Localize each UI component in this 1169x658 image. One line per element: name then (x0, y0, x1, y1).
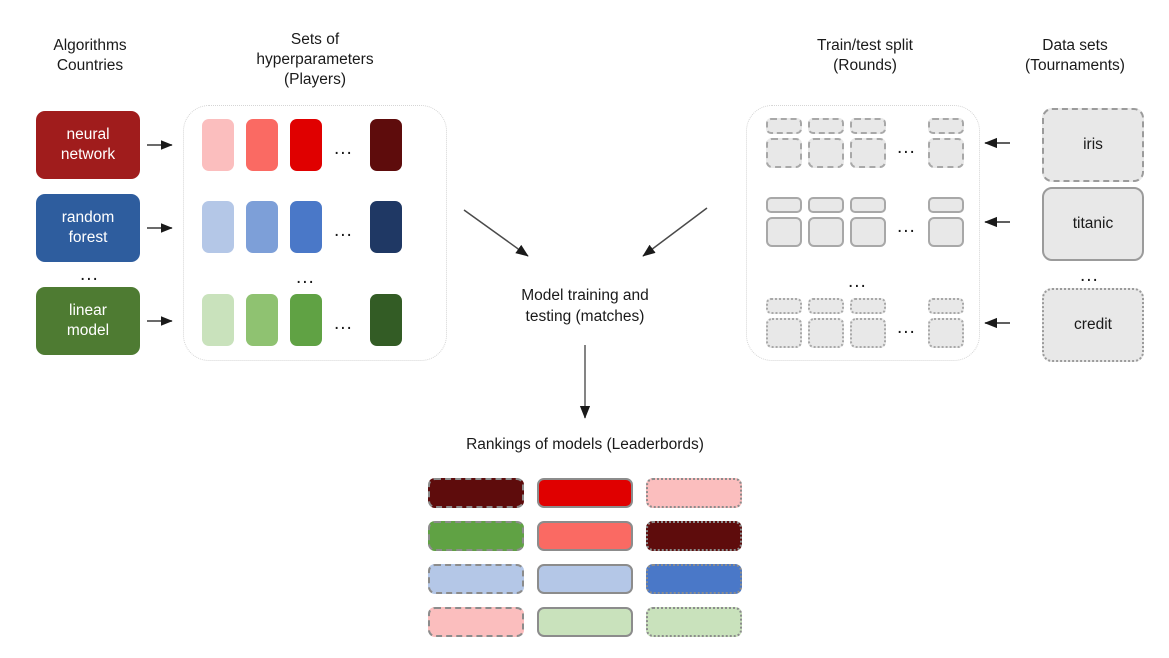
hp-chip[interactable] (246, 201, 278, 253)
dataset-to-round-arrow (984, 137, 1010, 329)
leaderboard-bar[interactable] (646, 564, 742, 594)
train-split-block (808, 138, 844, 168)
algorithm-pill-linear-model[interactable]: linear model (36, 287, 140, 355)
datasets-ellipsis: ... (1080, 265, 1099, 286)
train-split-block (928, 217, 964, 247)
leaderboard-bar[interactable] (537, 521, 633, 551)
hp-chip[interactable] (290, 294, 322, 346)
round-unit[interactable] (766, 118, 802, 168)
round-unit[interactable] (850, 118, 886, 168)
round-unit[interactable] (928, 298, 964, 348)
test-split-block (766, 118, 802, 134)
test-split-block (928, 118, 964, 134)
heading-datasets: Data sets (Tournaments) (1025, 37, 1125, 74)
train-split-block (928, 318, 964, 348)
leaderboard-bar[interactable] (537, 564, 633, 594)
leaderboard-bar[interactable] (537, 478, 633, 508)
rounds-container-ellipsis: ... (848, 271, 867, 292)
leaderboard-bar[interactable] (646, 478, 742, 508)
round-row-ellipsis: ... (897, 137, 916, 158)
hp-chip[interactable] (246, 294, 278, 346)
leaderboard-bar[interactable] (646, 607, 742, 637)
hp-chip[interactable] (370, 119, 402, 171)
hp-container-ellipsis: ... (296, 267, 315, 288)
hp-chip[interactable] (202, 294, 234, 346)
train-split-block (850, 138, 886, 168)
hp-row-ellipsis: ... (334, 138, 353, 159)
round-unit[interactable] (808, 197, 844, 247)
round-unit[interactable] (766, 197, 802, 247)
train-split-block (766, 138, 802, 168)
dataset-pill-iris[interactable]: iris (1042, 108, 1144, 182)
leaderboard-bar[interactable] (646, 521, 742, 551)
connector-arrows (147, 137, 1010, 419)
algo-to-hp-arrow (147, 140, 173, 326)
train-split-block (808, 217, 844, 247)
train-split-block (766, 318, 802, 348)
test-split-block (928, 197, 964, 213)
round-unit[interactable] (928, 118, 964, 168)
hp-chip[interactable] (246, 119, 278, 171)
test-split-block (850, 118, 886, 134)
heading-hyperparameters: Sets of hyperparameters (Players) (256, 31, 374, 88)
hp-chip[interactable] (290, 119, 322, 171)
test-split-block (808, 298, 844, 314)
algorithm-pill-neural-network[interactable]: neural network (36, 111, 140, 179)
heading-algorithms: Algorithms Countries (53, 37, 127, 74)
train-split-block (850, 217, 886, 247)
hp-chip[interactable] (290, 201, 322, 253)
train-split-block (808, 318, 844, 348)
leaderboard-bar[interactable] (428, 478, 524, 508)
train-split-block (766, 217, 802, 247)
heading-rounds: Train/test split (Rounds) (817, 37, 913, 74)
train-split-block (850, 318, 886, 348)
round-unit[interactable] (928, 197, 964, 247)
leaderboard-bar[interactable] (537, 607, 633, 637)
model-training-caption: Model training and testing (matches) (521, 287, 649, 325)
dataset-pill-credit[interactable]: credit (1042, 288, 1144, 362)
algorithms-ellipsis: ... (80, 264, 99, 285)
test-split-block (808, 118, 844, 134)
hp-chip[interactable] (370, 294, 402, 346)
test-split-block (850, 298, 886, 314)
round-row-ellipsis: ... (897, 317, 916, 338)
round-unit[interactable] (808, 298, 844, 348)
test-split-block (850, 197, 886, 213)
test-split-block (766, 197, 802, 213)
algorithm-pill-random-forest[interactable]: random forest (36, 194, 140, 262)
train-split-block (928, 138, 964, 168)
leaderboard-caption: Rankings of models (Leaderbords) (466, 436, 704, 453)
convergence-arrow (463, 207, 708, 257)
round-unit[interactable] (850, 197, 886, 247)
dataset-pill-titanic[interactable]: titanic (1042, 187, 1144, 261)
test-split-block (928, 298, 964, 314)
round-unit[interactable] (766, 298, 802, 348)
hp-chip[interactable] (370, 201, 402, 253)
round-unit[interactable] (808, 118, 844, 168)
leaderboard-bar[interactable] (428, 607, 524, 637)
hp-row-ellipsis: ... (334, 313, 353, 334)
hp-chip[interactable] (202, 119, 234, 171)
test-split-block (766, 298, 802, 314)
round-row-ellipsis: ... (897, 216, 916, 237)
hp-chip[interactable] (202, 201, 234, 253)
leaderboard-bar[interactable] (428, 564, 524, 594)
hp-row-ellipsis: ... (334, 220, 353, 241)
round-unit[interactable] (850, 298, 886, 348)
test-split-block (808, 197, 844, 213)
leaderboard-bar[interactable] (428, 521, 524, 551)
